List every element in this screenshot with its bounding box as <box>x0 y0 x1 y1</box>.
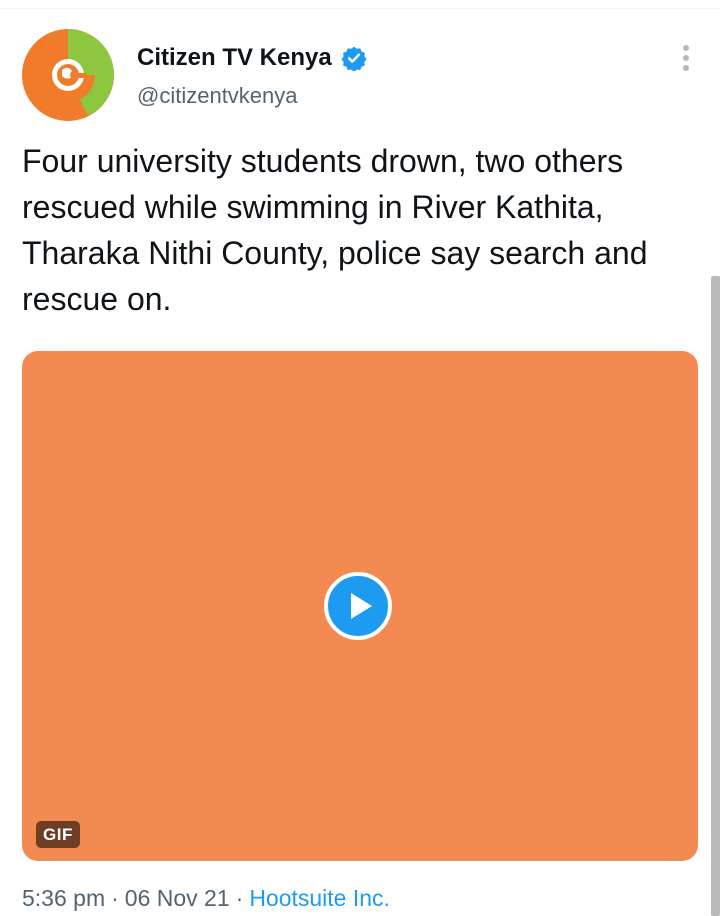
more-dot-icon <box>683 55 689 61</box>
tweet-source-link[interactable]: Hootsuite Inc. <box>249 885 390 911</box>
play-icon[interactable] <box>324 572 392 640</box>
meta-separator: · <box>111 885 119 911</box>
top-divider <box>0 8 720 9</box>
display-name[interactable]: Citizen TV Kenya <box>137 43 332 73</box>
scrollbar[interactable] <box>711 276 720 916</box>
tweet-meta: 5:36 pm · 06 Nov 21 · Hootsuite Inc. <box>22 884 390 912</box>
more-dot-icon <box>683 45 689 51</box>
gif-badge: GIF <box>36 821 80 848</box>
tweet-time[interactable]: 5:36 pm <box>22 885 105 911</box>
meta-separator: · <box>235 885 244 911</box>
verified-badge-icon <box>341 46 367 71</box>
more-options-button[interactable] <box>674 43 698 73</box>
more-dot-icon <box>683 65 689 71</box>
handle[interactable]: @citizentvkenya <box>137 82 298 110</box>
media-gif[interactable]: GIF <box>22 351 698 861</box>
display-name-row[interactable]: Citizen TV Kenya <box>137 43 367 73</box>
avatar[interactable] <box>22 29 114 121</box>
citizen-tv-logo-icon <box>22 29 114 121</box>
tweet-text: Four university students drown, two othe… <box>22 143 648 317</box>
tweet-date[interactable]: 06 Nov 21 <box>125 885 230 911</box>
